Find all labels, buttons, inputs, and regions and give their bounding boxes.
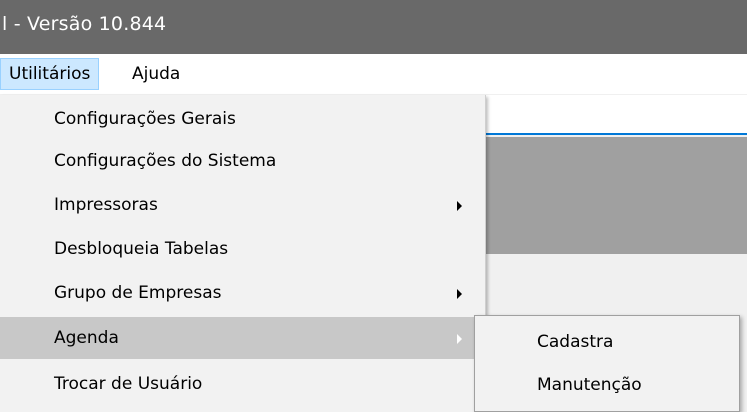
menu-item-trocar-de-usuario[interactable]: Trocar de Usuário (0, 363, 484, 405)
submenu-item-manutencao[interactable]: Manutenção (475, 364, 739, 406)
menu-item-grupo-de-empresas[interactable]: Grupo de Empresas (0, 272, 484, 314)
submenu-item-label: Cadastra (537, 332, 614, 352)
submenu-item-cadastra[interactable]: Cadastra (475, 321, 739, 363)
menubar: Utilitários Ajuda (0, 54, 747, 94)
submenu-arrow-icon (457, 201, 462, 211)
menubar-item-ajuda[interactable]: Ajuda (124, 58, 188, 90)
menu-item-desbloqueia-tabelas[interactable]: Desbloqueia Tabelas (0, 228, 484, 270)
menu-item-label: Configurações do Sistema (54, 151, 277, 171)
window-title: l - Versão 10.844 (2, 13, 167, 35)
menu-item-label: Agenda (54, 328, 119, 348)
background-panel (486, 137, 747, 254)
background-input-field[interactable] (486, 95, 747, 135)
menu-item-configuracoes-sistema[interactable]: Configurações do Sistema (0, 140, 484, 182)
submenu-item-label: Manutenção (537, 375, 642, 395)
submenu-arrow-icon (457, 334, 462, 344)
utilities-dropdown-menu: Configurações Gerais Configurações do Si… (0, 95, 486, 412)
menu-item-impressoras[interactable]: Impressoras (0, 184, 484, 226)
submenu-arrow-icon (457, 289, 462, 299)
menu-item-label: Trocar de Usuário (54, 374, 203, 394)
menu-item-label: Configurações Gerais (54, 109, 236, 129)
menu-item-label: Grupo de Empresas (54, 283, 222, 303)
menubar-item-utilitarios[interactable]: Utilitários (0, 58, 100, 90)
menu-item-agenda[interactable]: Agenda (0, 317, 484, 359)
window-titlebar: l - Versão 10.844 (0, 0, 747, 54)
menu-item-configuracoes-gerais[interactable]: Configurações Gerais (0, 98, 484, 140)
menu-item-label: Desbloqueia Tabelas (54, 239, 229, 259)
agenda-submenu: Cadastra Manutenção (474, 315, 740, 412)
menu-item-label: Impressoras (54, 195, 158, 215)
